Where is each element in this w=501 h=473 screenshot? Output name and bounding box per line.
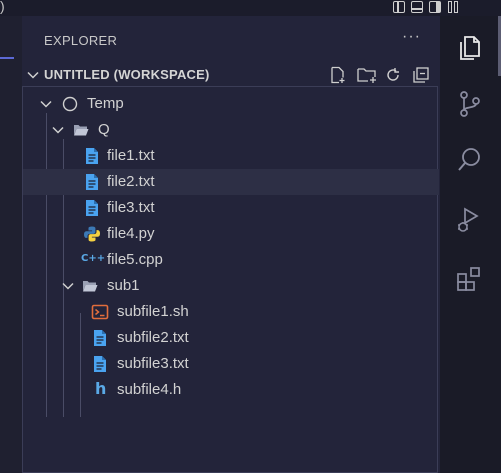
- tree-file-file3[interactable]: file3.txt: [23, 195, 439, 221]
- tree-folder-temp[interactable]: Temp: [23, 91, 439, 117]
- views-more-actions-button[interactable]: ···: [402, 28, 421, 46]
- tree-item-label: subfile2.txt: [117, 329, 189, 346]
- tree-file-file4[interactable]: file4.py: [23, 221, 439, 247]
- tree-item-label: file4.py: [107, 225, 155, 242]
- chevron-down-icon: [40, 100, 52, 108]
- tree-item-label: Temp: [87, 95, 124, 112]
- chevron-down-icon: [62, 282, 74, 290]
- tree-item-label: file5.cpp: [107, 251, 163, 268]
- cpp-file-icon: C++: [81, 253, 106, 264]
- customize-layout-icon[interactable]: [447, 1, 459, 13]
- explorer-sidebar: EXPLORER ··· UNTITLED (WORKSPACE) Temp Q…: [22, 16, 440, 473]
- activity-explorer[interactable]: [440, 22, 501, 70]
- python-file-icon: [84, 226, 100, 242]
- editor-edge-marker: [0, 57, 14, 59]
- activity-extensions[interactable]: [440, 252, 501, 300]
- workspace-label: UNTITLED (WORKSPACE): [44, 67, 210, 82]
- tree-file-subfile4[interactable]: h subfile4.h: [23, 377, 439, 403]
- tree-item-label: file3.txt: [107, 199, 155, 216]
- tree-item-label: subfile1.sh: [117, 303, 189, 320]
- explorer-header: EXPLORER ···: [22, 16, 440, 64]
- file-tree: Temp Q file1.txt file2.txt file3.txt fil…: [22, 86, 439, 473]
- tree-file-subfile2[interactable]: subfile2.txt: [23, 325, 439, 351]
- tree-file-file2[interactable]: file2.txt: [23, 169, 439, 195]
- folder-open-icon: [73, 125, 89, 136]
- files-icon: [460, 36, 480, 60]
- tree-folder-sub1[interactable]: sub1: [23, 273, 439, 299]
- activity-search[interactable]: [440, 134, 501, 182]
- tree-file-file5[interactable]: C++ file5.cpp: [23, 247, 439, 273]
- activity-run-debug[interactable]: [440, 194, 501, 242]
- tree-file-subfile1[interactable]: subfile1.sh: [23, 299, 439, 325]
- search-icon: [458, 148, 480, 171]
- text-file-icon: [86, 148, 98, 164]
- explorer-title: EXPLORER: [44, 33, 118, 48]
- header-file-icon: h: [95, 379, 107, 398]
- tree-item-label: Q: [98, 121, 110, 138]
- run-debug-icon: [458, 207, 479, 232]
- tree-item-label: sub1: [107, 277, 140, 294]
- tree-item-label: file2.txt: [107, 173, 155, 190]
- workspace-actions: [328, 66, 434, 84]
- activity-source-control[interactable]: [440, 78, 501, 126]
- text-file-icon: [86, 174, 98, 190]
- text-file-icon: [94, 356, 106, 372]
- tree-item-label: subfile4.h: [117, 381, 182, 398]
- root-folder-circle-icon: [62, 96, 78, 112]
- tree-folder-q[interactable]: Q: [23, 117, 439, 143]
- toggle-secondary-sidebar-icon[interactable]: [429, 1, 441, 13]
- extensions-icon: [457, 267, 480, 291]
- layout-controls: [393, 1, 459, 13]
- activity-bar: [440, 16, 501, 473]
- toggle-panel-icon[interactable]: [411, 1, 423, 13]
- folder-open-icon: [82, 281, 98, 292]
- toggle-primary-sidebar-icon[interactable]: [393, 1, 405, 13]
- text-file-icon: [94, 330, 106, 346]
- chevron-down-icon: [52, 126, 64, 134]
- chevron-down-icon: [27, 71, 39, 79]
- tree-item-label: file1.txt: [107, 147, 155, 164]
- workspace-section-header[interactable]: UNTITLED (WORKSPACE): [22, 64, 440, 86]
- text-file-icon: [86, 200, 98, 216]
- editor-area-edge: [0, 16, 22, 473]
- new-folder-icon[interactable]: [356, 66, 378, 84]
- new-file-icon[interactable]: [328, 66, 350, 84]
- source-control-icon: [460, 91, 480, 117]
- title-bar: ): [0, 0, 501, 16]
- collapse-all-icon[interactable]: [412, 66, 434, 84]
- tree-file-file1[interactable]: file1.txt: [23, 143, 439, 169]
- shell-file-icon: [91, 304, 109, 320]
- refresh-icon[interactable]: [384, 66, 406, 84]
- tree-item-label: subfile3.txt: [117, 355, 189, 372]
- tree-file-subfile3[interactable]: subfile3.txt: [23, 351, 439, 377]
- title-fragment: ): [0, 0, 5, 14]
